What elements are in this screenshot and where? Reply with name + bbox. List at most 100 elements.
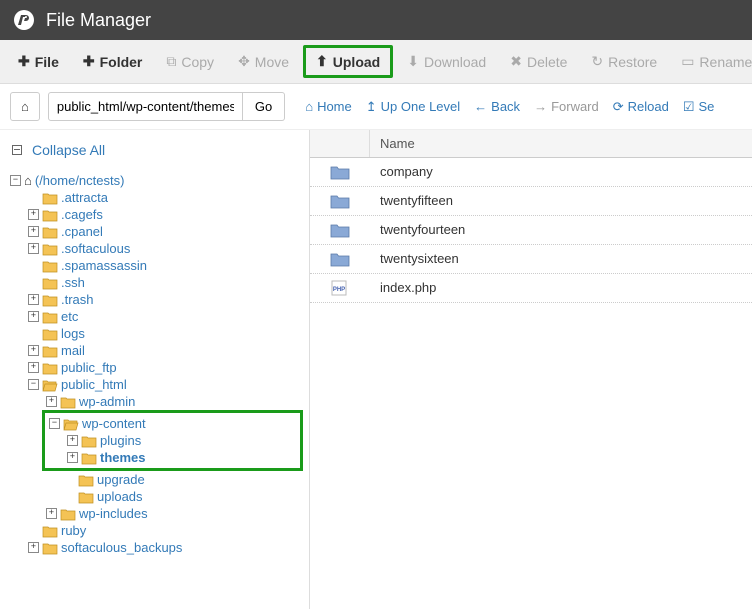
rename-icon: ▭ bbox=[681, 53, 694, 70]
nav-reload[interactable]: ⟳Reload bbox=[613, 99, 669, 115]
folder-open-icon bbox=[63, 417, 79, 431]
rename-button[interactable]: ▭Rename bbox=[671, 45, 752, 78]
upload-icon: ⬆ bbox=[316, 53, 328, 70]
highlighted-tree-section: −wp-content +plugins +themes bbox=[42, 410, 303, 471]
tree-item[interactable]: +mail bbox=[6, 342, 303, 359]
home-icon: ⌂ bbox=[24, 173, 32, 188]
toggle-icon[interactable]: + bbox=[46, 396, 57, 407]
tree-item[interactable]: uploads bbox=[6, 488, 303, 505]
folder-icon bbox=[42, 310, 58, 324]
download-icon: ⬇ bbox=[407, 53, 419, 70]
collapse-all[interactable]: Collapse All bbox=[6, 138, 303, 162]
folder-icon bbox=[42, 225, 58, 239]
restore-button[interactable]: ↻Restore bbox=[581, 45, 667, 78]
file-button[interactable]: ✚File bbox=[8, 45, 69, 78]
tree-item[interactable]: .spamassassin bbox=[6, 257, 303, 274]
list-row[interactable]: twentyfifteen bbox=[310, 187, 752, 216]
list-row[interactable]: twentyfourteen bbox=[310, 216, 752, 245]
file-name: twentyfourteen bbox=[370, 220, 752, 240]
tree-item[interactable]: +.cpanel bbox=[6, 223, 303, 240]
toggle-icon[interactable]: + bbox=[67, 435, 78, 446]
delete-button[interactable]: ✖Delete bbox=[500, 45, 577, 78]
move-button[interactable]: ✥Move bbox=[228, 45, 299, 78]
folder-icon bbox=[42, 293, 58, 307]
folder-icon bbox=[78, 490, 94, 504]
tree-item-themes[interactable]: +themes bbox=[45, 449, 296, 466]
navbar: ⌂ Go ⌂Home ↥Up One Level ←Back →Forward … bbox=[0, 84, 752, 130]
folder-icon bbox=[42, 191, 58, 205]
folder-icon bbox=[42, 276, 58, 290]
app-header: File Manager bbox=[0, 0, 752, 40]
tree-item[interactable]: +.cagefs bbox=[6, 206, 303, 223]
tree-item[interactable]: logs bbox=[6, 325, 303, 342]
toggle-icon[interactable]: + bbox=[28, 243, 39, 254]
toggle-icon[interactable]: + bbox=[28, 542, 39, 553]
tree-item[interactable]: +softaculous_backups bbox=[6, 539, 303, 556]
forward-icon: → bbox=[534, 99, 547, 114]
tree-item-public-html[interactable]: −public_html bbox=[6, 376, 303, 393]
folder-icon bbox=[42, 524, 58, 538]
folder-icon bbox=[42, 242, 58, 256]
app-title: File Manager bbox=[46, 10, 151, 31]
tree-item[interactable]: .attracta bbox=[6, 189, 303, 206]
file-name: twentysixteen bbox=[370, 249, 752, 269]
tree-item[interactable]: +wp-admin bbox=[6, 393, 303, 410]
upload-button[interactable]: ⬆Upload bbox=[303, 45, 393, 78]
folder-icon bbox=[42, 344, 58, 358]
file-list: Name company twentyfifteen twentyfourtee… bbox=[310, 130, 752, 609]
tree-item[interactable]: ruby bbox=[6, 522, 303, 539]
toggle-icon[interactable]: + bbox=[28, 345, 39, 356]
header-icon-col[interactable] bbox=[310, 130, 370, 157]
list-row[interactable]: company bbox=[310, 158, 752, 187]
folder-icon bbox=[60, 507, 76, 521]
folder-icon bbox=[330, 193, 350, 209]
nav-forward[interactable]: →Forward bbox=[534, 99, 599, 115]
toggle-icon[interactable]: − bbox=[49, 418, 60, 429]
folder-icon bbox=[330, 251, 350, 267]
home-icon-button[interactable]: ⌂ bbox=[10, 92, 40, 121]
toggle-icon[interactable]: + bbox=[28, 209, 39, 220]
toggle-icon[interactable]: − bbox=[28, 379, 39, 390]
nav-links: ⌂Home ↥Up One Level ←Back →Forward ⟳Relo… bbox=[305, 99, 714, 115]
folder-icon bbox=[330, 222, 350, 238]
list-row[interactable]: index.php bbox=[310, 274, 752, 303]
tree-item[interactable]: +plugins bbox=[45, 432, 296, 449]
nav-up[interactable]: ↥Up One Level bbox=[366, 99, 460, 115]
tree-item-wp-content[interactable]: −wp-content bbox=[45, 415, 296, 432]
nav-home[interactable]: ⌂Home bbox=[305, 99, 352, 115]
tree-root[interactable]: −⌂(/home/nctests) bbox=[6, 172, 303, 189]
tree-item[interactable]: +public_ftp bbox=[6, 359, 303, 376]
toggle-icon[interactable]: + bbox=[28, 362, 39, 373]
file-name: twentyfifteen bbox=[370, 191, 752, 211]
header-name-col[interactable]: Name bbox=[370, 130, 752, 157]
home-icon: ⌂ bbox=[305, 99, 313, 114]
copy-button[interactable]: ⧉Copy bbox=[156, 45, 224, 78]
tree-item[interactable]: +.softaculous bbox=[6, 240, 303, 257]
home-icon: ⌂ bbox=[21, 99, 29, 114]
tree-item[interactable]: +.trash bbox=[6, 291, 303, 308]
move-icon: ✥ bbox=[238, 53, 250, 70]
nav-select[interactable]: ☑Se bbox=[683, 99, 715, 115]
tree-item[interactable]: +wp-includes bbox=[6, 505, 303, 522]
download-button[interactable]: ⬇Download bbox=[397, 45, 496, 78]
folder-icon bbox=[42, 327, 58, 341]
tree-item[interactable]: .ssh bbox=[6, 274, 303, 291]
reload-icon: ⟳ bbox=[613, 99, 624, 115]
toggle-icon[interactable]: + bbox=[28, 294, 39, 305]
tree-item[interactable]: +etc bbox=[6, 308, 303, 325]
check-icon: ☑ bbox=[683, 99, 695, 115]
toggle-icon[interactable]: − bbox=[10, 175, 21, 186]
tree-item[interactable]: upgrade bbox=[6, 471, 303, 488]
toggle-icon[interactable]: + bbox=[67, 452, 78, 463]
list-row[interactable]: twentysixteen bbox=[310, 245, 752, 274]
path-input[interactable] bbox=[48, 92, 243, 121]
folder-icon bbox=[330, 164, 350, 180]
go-button[interactable]: Go bbox=[243, 92, 285, 121]
folder-button[interactable]: ✚Folder bbox=[73, 45, 153, 78]
php-icon bbox=[330, 280, 350, 296]
toggle-icon[interactable]: + bbox=[28, 311, 39, 322]
nav-back[interactable]: ←Back bbox=[474, 99, 520, 115]
folder-icon bbox=[81, 434, 97, 448]
toggle-icon[interactable]: + bbox=[46, 508, 57, 519]
toggle-icon[interactable]: + bbox=[28, 226, 39, 237]
